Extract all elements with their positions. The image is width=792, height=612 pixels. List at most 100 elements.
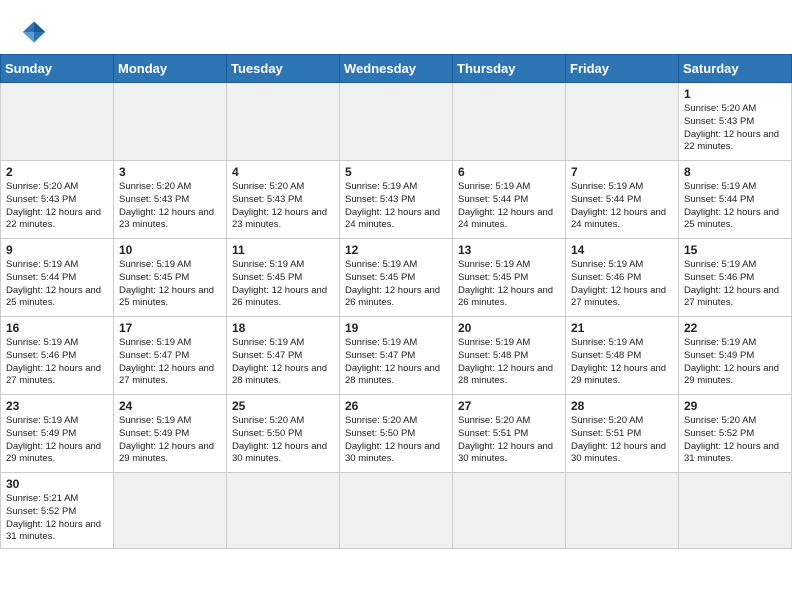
calendar-cell — [679, 473, 792, 549]
calendar-header-tuesday: Tuesday — [227, 55, 340, 83]
day-number: 16 — [6, 321, 108, 335]
day-info: Sunrise: 5:19 AM Sunset: 5:48 PM Dayligh… — [458, 337, 560, 388]
day-info: Sunrise: 5:19 AM Sunset: 5:49 PM Dayligh… — [119, 415, 221, 466]
day-info: Sunrise: 5:20 AM Sunset: 5:50 PM Dayligh… — [232, 415, 334, 466]
day-number: 28 — [571, 399, 673, 413]
calendar-cell: 30Sunrise: 5:21 AM Sunset: 5:52 PM Dayli… — [1, 473, 114, 549]
day-number: 20 — [458, 321, 560, 335]
day-number: 24 — [119, 399, 221, 413]
day-info: Sunrise: 5:19 AM Sunset: 5:46 PM Dayligh… — [684, 259, 786, 310]
calendar-cell: 22 Sunrise: 5:19 AM Sunset: 5:49 PM Dayli… — [679, 317, 792, 395]
calendar-cell: 13 Sunrise: 5:19 AM Sunset: 5:45 PM Dayli… — [453, 239, 566, 317]
calendar-cell — [566, 83, 679, 161]
calendar-cell: 23Sunrise: 5:19 AM Sunset: 5:49 PM Dayli… — [1, 395, 114, 473]
day-number: 30 — [6, 477, 108, 491]
calendar-week-4: 16 Sunrise: 5:19 AM Sunset: 5:46 PM Dayli… — [1, 317, 792, 395]
calendar-cell: 11 Sunrise: 5:19 AM Sunset: 5:45 PM Dayli… — [227, 239, 340, 317]
day-info: Sunrise: 5:19 AM Sunset: 5:45 PM Dayligh… — [458, 259, 560, 310]
day-number: 21 — [571, 321, 673, 335]
day-number: 7 — [571, 165, 673, 179]
calendar-header-monday: Monday — [114, 55, 227, 83]
calendar-cell — [340, 83, 453, 161]
calendar-header-thursday: Thursday — [453, 55, 566, 83]
calendar-header-saturday: Saturday — [679, 55, 792, 83]
calendar-cell: 2 Sunrise: 5:20 AM Sunset: 5:43 PM Daylig… — [1, 161, 114, 239]
day-info: Sunrise: 5:19 AM Sunset: 5:49 PM Dayligh… — [684, 337, 786, 388]
day-info: Sunrise: 5:19 AM Sunset: 5:44 PM Dayligh… — [6, 259, 108, 310]
calendar-cell: 21 Sunrise: 5:19 AM Sunset: 5:48 PM Dayli… — [566, 317, 679, 395]
day-number: 27 — [458, 399, 560, 413]
day-number: 15 — [684, 243, 786, 257]
calendar-header-wednesday: Wednesday — [340, 55, 453, 83]
calendar-cell: 27 Sunrise: 5:20 AM Sunset: 5:51 PM Dayli… — [453, 395, 566, 473]
day-info: Sunrise: 5:19 AM Sunset: 5:47 PM Dayligh… — [119, 337, 221, 388]
calendar-cell: 24 Sunrise: 5:19 AM Sunset: 5:49 PM Dayli… — [114, 395, 227, 473]
calendar-header-friday: Friday — [566, 55, 679, 83]
day-number: 25 — [232, 399, 334, 413]
day-info: Sunrise: 5:19 AM Sunset: 5:46 PM Dayligh… — [6, 337, 108, 388]
calendar-week-3: 9 Sunrise: 5:19 AM Sunset: 5:44 PM Daylig… — [1, 239, 792, 317]
day-number: 11 — [232, 243, 334, 257]
day-number: 18 — [232, 321, 334, 335]
day-info: Sunrise: 5:19 AM Sunset: 5:44 PM Dayligh… — [571, 181, 673, 232]
day-info: Sunrise: 5:19 AM Sunset: 5:47 PM Dayligh… — [345, 337, 447, 388]
day-number: 19 — [345, 321, 447, 335]
calendar-cell — [227, 83, 340, 161]
day-info: Sunrise: 5:19 AM Sunset: 5:43 PM Dayligh… — [345, 181, 447, 232]
day-number: 17 — [119, 321, 221, 335]
calendar-cell: 28 Sunrise: 5:20 AM Sunset: 5:51 PM Dayli… — [566, 395, 679, 473]
calendar-cell: 3Sunrise: 5:20 AM Sunset: 5:43 PM Daylig… — [114, 161, 227, 239]
day-number: 22 — [684, 321, 786, 335]
calendar-week-5: 23Sunrise: 5:19 AM Sunset: 5:49 PM Dayli… — [1, 395, 792, 473]
day-number: 9 — [6, 243, 108, 257]
day-number: 29 — [684, 399, 786, 413]
day-info: Sunrise: 5:20 AM Sunset: 5:51 PM Dayligh… — [571, 415, 673, 466]
day-number: 2 — [6, 165, 108, 179]
calendar: SundayMondayTuesdayWednesdayThursdayFrid… — [0, 54, 792, 549]
day-info: Sunrise: 5:19 AM Sunset: 5:45 PM Dayligh… — [232, 259, 334, 310]
day-info: Sunrise: 5:19 AM Sunset: 5:44 PM Dayligh… — [684, 181, 786, 232]
calendar-header-sunday: Sunday — [1, 55, 114, 83]
calendar-cell: 18 Sunrise: 5:19 AM Sunset: 5:47 PM Dayli… — [227, 317, 340, 395]
calendar-cell: 8Sunrise: 5:19 AM Sunset: 5:44 PM Daylig… — [679, 161, 792, 239]
calendar-cell — [114, 83, 227, 161]
day-number: 3 — [119, 165, 221, 179]
day-info: Sunrise: 5:19 AM Sunset: 5:48 PM Dayligh… — [571, 337, 673, 388]
calendar-cell: 29Sunrise: 5:20 AM Sunset: 5:52 PM Dayli… — [679, 395, 792, 473]
day-info: Sunrise: 5:20 AM Sunset: 5:43 PM Dayligh… — [6, 181, 108, 232]
logo-icon — [20, 18, 48, 46]
logo — [20, 18, 52, 46]
day-info: Sunrise: 5:19 AM Sunset: 5:44 PM Dayligh… — [458, 181, 560, 232]
day-number: 4 — [232, 165, 334, 179]
calendar-week-2: 2 Sunrise: 5:20 AM Sunset: 5:43 PM Daylig… — [1, 161, 792, 239]
day-number: 6 — [458, 165, 560, 179]
calendar-cell — [227, 473, 340, 549]
calendar-cell: 26 Sunrise: 5:20 AM Sunset: 5:50 PM Dayli… — [340, 395, 453, 473]
day-info: Sunrise: 5:20 AM Sunset: 5:43 PM Dayligh… — [684, 103, 786, 154]
day-number: 10 — [119, 243, 221, 257]
calendar-cell: 25 Sunrise: 5:20 AM Sunset: 5:50 PM Dayli… — [227, 395, 340, 473]
calendar-week-6: 30Sunrise: 5:21 AM Sunset: 5:52 PM Dayli… — [1, 473, 792, 549]
calendar-cell: 20 Sunrise: 5:19 AM Sunset: 5:48 PM Dayli… — [453, 317, 566, 395]
day-info: Sunrise: 5:20 AM Sunset: 5:50 PM Dayligh… — [345, 415, 447, 466]
day-info: Sunrise: 5:20 AM Sunset: 5:51 PM Dayligh… — [458, 415, 560, 466]
day-info: Sunrise: 5:19 AM Sunset: 5:46 PM Dayligh… — [571, 259, 673, 310]
calendar-cell: 12Sunrise: 5:19 AM Sunset: 5:45 PM Dayli… — [340, 239, 453, 317]
calendar-header-row: SundayMondayTuesdayWednesdayThursdayFrid… — [1, 55, 792, 83]
day-number: 14 — [571, 243, 673, 257]
calendar-cell — [340, 473, 453, 549]
calendar-cell — [1, 83, 114, 161]
header — [0, 0, 792, 54]
calendar-cell: 5Sunrise: 5:19 AM Sunset: 5:43 PM Daylig… — [340, 161, 453, 239]
day-info: Sunrise: 5:19 AM Sunset: 5:47 PM Dayligh… — [232, 337, 334, 388]
calendar-cell: 6 Sunrise: 5:19 AM Sunset: 5:44 PM Daylig… — [453, 161, 566, 239]
calendar-cell: 1Sunrise: 5:20 AM Sunset: 5:43 PM Daylig… — [679, 83, 792, 161]
day-info: Sunrise: 5:19 AM Sunset: 5:45 PM Dayligh… — [119, 259, 221, 310]
day-number: 12 — [345, 243, 447, 257]
calendar-cell: 19 Sunrise: 5:19 AM Sunset: 5:47 PM Dayli… — [340, 317, 453, 395]
calendar-cell — [453, 473, 566, 549]
calendar-cell: 14 Sunrise: 5:19 AM Sunset: 5:46 PM Dayli… — [566, 239, 679, 317]
day-number: 13 — [458, 243, 560, 257]
day-number: 26 — [345, 399, 447, 413]
calendar-cell: 15 Sunrise: 5:19 AM Sunset: 5:46 PM Dayli… — [679, 239, 792, 317]
